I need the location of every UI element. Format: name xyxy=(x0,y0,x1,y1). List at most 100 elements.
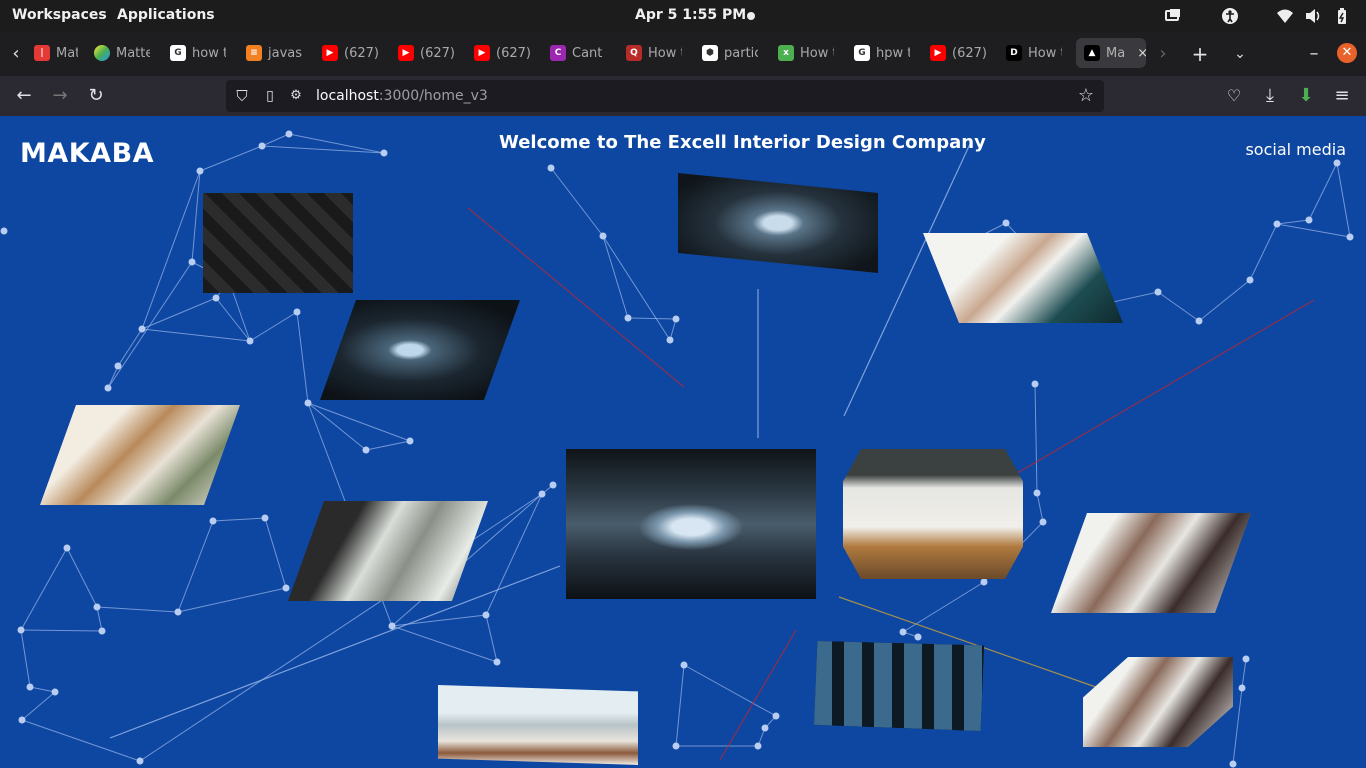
tab-4[interactable]: ▶ (627) xyxy=(322,38,378,68)
menu-icon[interactable]: ≡ xyxy=(1332,86,1352,106)
list-tabs-icon[interactable]: ⌄ xyxy=(1230,44,1250,64)
tab-label: javas xyxy=(268,45,302,61)
network-node xyxy=(672,315,680,323)
network-node xyxy=(549,481,557,489)
tab-10[interactable]: x How t xyxy=(778,38,834,68)
google-icon: G xyxy=(170,45,186,61)
tab-5[interactable]: ▶ (627) xyxy=(398,38,454,68)
network-node xyxy=(680,661,688,669)
new-tab-icon[interactable]: + xyxy=(1190,44,1210,64)
youtube-icon: ▶ xyxy=(474,45,490,61)
applications-button[interactable]: Applications xyxy=(117,7,215,23)
network-line xyxy=(485,614,498,663)
volume-icon[interactable] xyxy=(1304,7,1322,25)
tab-7[interactable]: C Cant xyxy=(550,38,606,68)
display-icon[interactable] xyxy=(1164,7,1182,25)
network-node xyxy=(482,611,490,619)
gallery-image-dark-cubes[interactable] xyxy=(203,193,353,293)
network-node xyxy=(188,258,196,266)
back-icon[interactable]: ← xyxy=(14,86,34,106)
battery-icon[interactable] xyxy=(1333,7,1351,25)
network-line xyxy=(467,207,685,388)
permissions-icon[interactable]: ⚙ xyxy=(286,86,306,106)
network-line xyxy=(1034,383,1038,494)
google-icon: G xyxy=(854,45,870,61)
tab-13[interactable]: D How t xyxy=(1006,38,1062,68)
page-icon[interactable]: ▯ xyxy=(260,86,280,106)
extension-icon[interactable]: ⬇ xyxy=(1296,86,1316,106)
shield-icon[interactable]: ⛉ xyxy=(232,86,252,106)
network-line xyxy=(1036,492,1044,523)
close-tab-icon[interactable]: × xyxy=(1137,46,1146,61)
network-line xyxy=(719,629,797,761)
wifi-icon[interactable] xyxy=(1276,7,1294,25)
network-node xyxy=(1333,159,1341,167)
forward-icon[interactable]: → xyxy=(50,86,70,106)
tab-1[interactable]: Matte xyxy=(94,38,150,68)
brand-logo[interactable]: MAKABA xyxy=(20,138,154,169)
tab-0[interactable]: | Matte xyxy=(34,38,78,68)
tab-11[interactable]: Ghpw t xyxy=(854,38,910,68)
network-node xyxy=(1002,219,1010,227)
network-node xyxy=(1305,216,1313,224)
bookmark-star-icon[interactable]: ☆ xyxy=(1076,86,1096,106)
network-line xyxy=(96,606,103,632)
network-node xyxy=(114,362,122,370)
network-node xyxy=(493,658,501,666)
network-line xyxy=(212,517,266,522)
network-line xyxy=(550,167,604,237)
network-line xyxy=(20,629,31,688)
gallery-image-dark-hall[interactable] xyxy=(814,641,984,731)
network-node xyxy=(380,149,388,157)
network-node xyxy=(196,167,204,175)
reload-icon[interactable]: ↻ xyxy=(86,86,106,106)
gallery-image-yellow-chair[interactable] xyxy=(843,449,1023,579)
accessibility-icon[interactable] xyxy=(1221,7,1239,25)
network-node xyxy=(282,584,290,592)
network-line xyxy=(249,311,298,342)
tab-14[interactable]: ▲ Ma × xyxy=(1076,38,1146,68)
network-node xyxy=(1195,317,1203,325)
minimize-icon[interactable]: – xyxy=(1304,44,1324,64)
tab-6[interactable]: ▶ (627) xyxy=(474,38,530,68)
gallery-image-corridor-main[interactable] xyxy=(566,449,816,599)
network-node xyxy=(209,517,217,525)
network-node xyxy=(1031,380,1039,388)
network-node xyxy=(388,622,396,630)
network-line xyxy=(117,328,143,367)
tab-12[interactable]: ▶ (627) xyxy=(930,38,986,68)
network-node xyxy=(1033,489,1041,497)
clock[interactable]: Apr 5 1:55 PM xyxy=(635,7,746,23)
workspaces-button[interactable]: Workspaces xyxy=(12,7,107,23)
network-node xyxy=(1346,233,1354,241)
tab-label: How t xyxy=(648,45,682,61)
url-text[interactable]: localhost:3000/home_v3 xyxy=(316,88,488,104)
pocket-icon[interactable]: ♡ xyxy=(1224,86,1244,106)
close-window-icon[interactable]: ✕ xyxy=(1337,43,1357,63)
quora-icon: Q xyxy=(626,45,642,61)
tab-bar: ‹ | Matte Matte Ghow t ≡ javas ▶ (627) ▶ (627) ▶ (6… xyxy=(0,32,1366,76)
network-node xyxy=(1246,276,1254,284)
network-node xyxy=(293,308,301,316)
network-node xyxy=(138,325,146,333)
social-media-link[interactable]: social media xyxy=(1245,140,1346,159)
tab-scroll-left-icon[interactable]: ‹ xyxy=(6,44,26,64)
page-title: Welcome to The Excell Interior Design Co… xyxy=(499,132,986,153)
tab-3[interactable]: ≡ javas xyxy=(246,38,302,68)
network-line xyxy=(1276,219,1310,225)
gallery-image-lounge[interactable] xyxy=(438,685,638,765)
network-node xyxy=(1273,220,1281,228)
network-node xyxy=(17,626,25,634)
gradient-circle-icon xyxy=(94,45,110,61)
downloads-icon[interactable]: ⤓ xyxy=(1260,86,1280,106)
tab-label: partic xyxy=(724,45,758,61)
network-line xyxy=(29,686,56,693)
tab-scroll-right-icon[interactable]: › xyxy=(1153,44,1173,64)
network-line xyxy=(141,297,217,330)
url-bar[interactable]: ⛉ ▯ ⚙ localhost:3000/home_v3 ☆ xyxy=(226,80,1104,112)
tab-9[interactable]: ⬢ partic xyxy=(702,38,758,68)
network-line xyxy=(177,520,214,613)
network-node xyxy=(93,603,101,611)
tab-2[interactable]: Ghow t xyxy=(170,38,226,68)
tab-8[interactable]: Q How t xyxy=(626,38,682,68)
